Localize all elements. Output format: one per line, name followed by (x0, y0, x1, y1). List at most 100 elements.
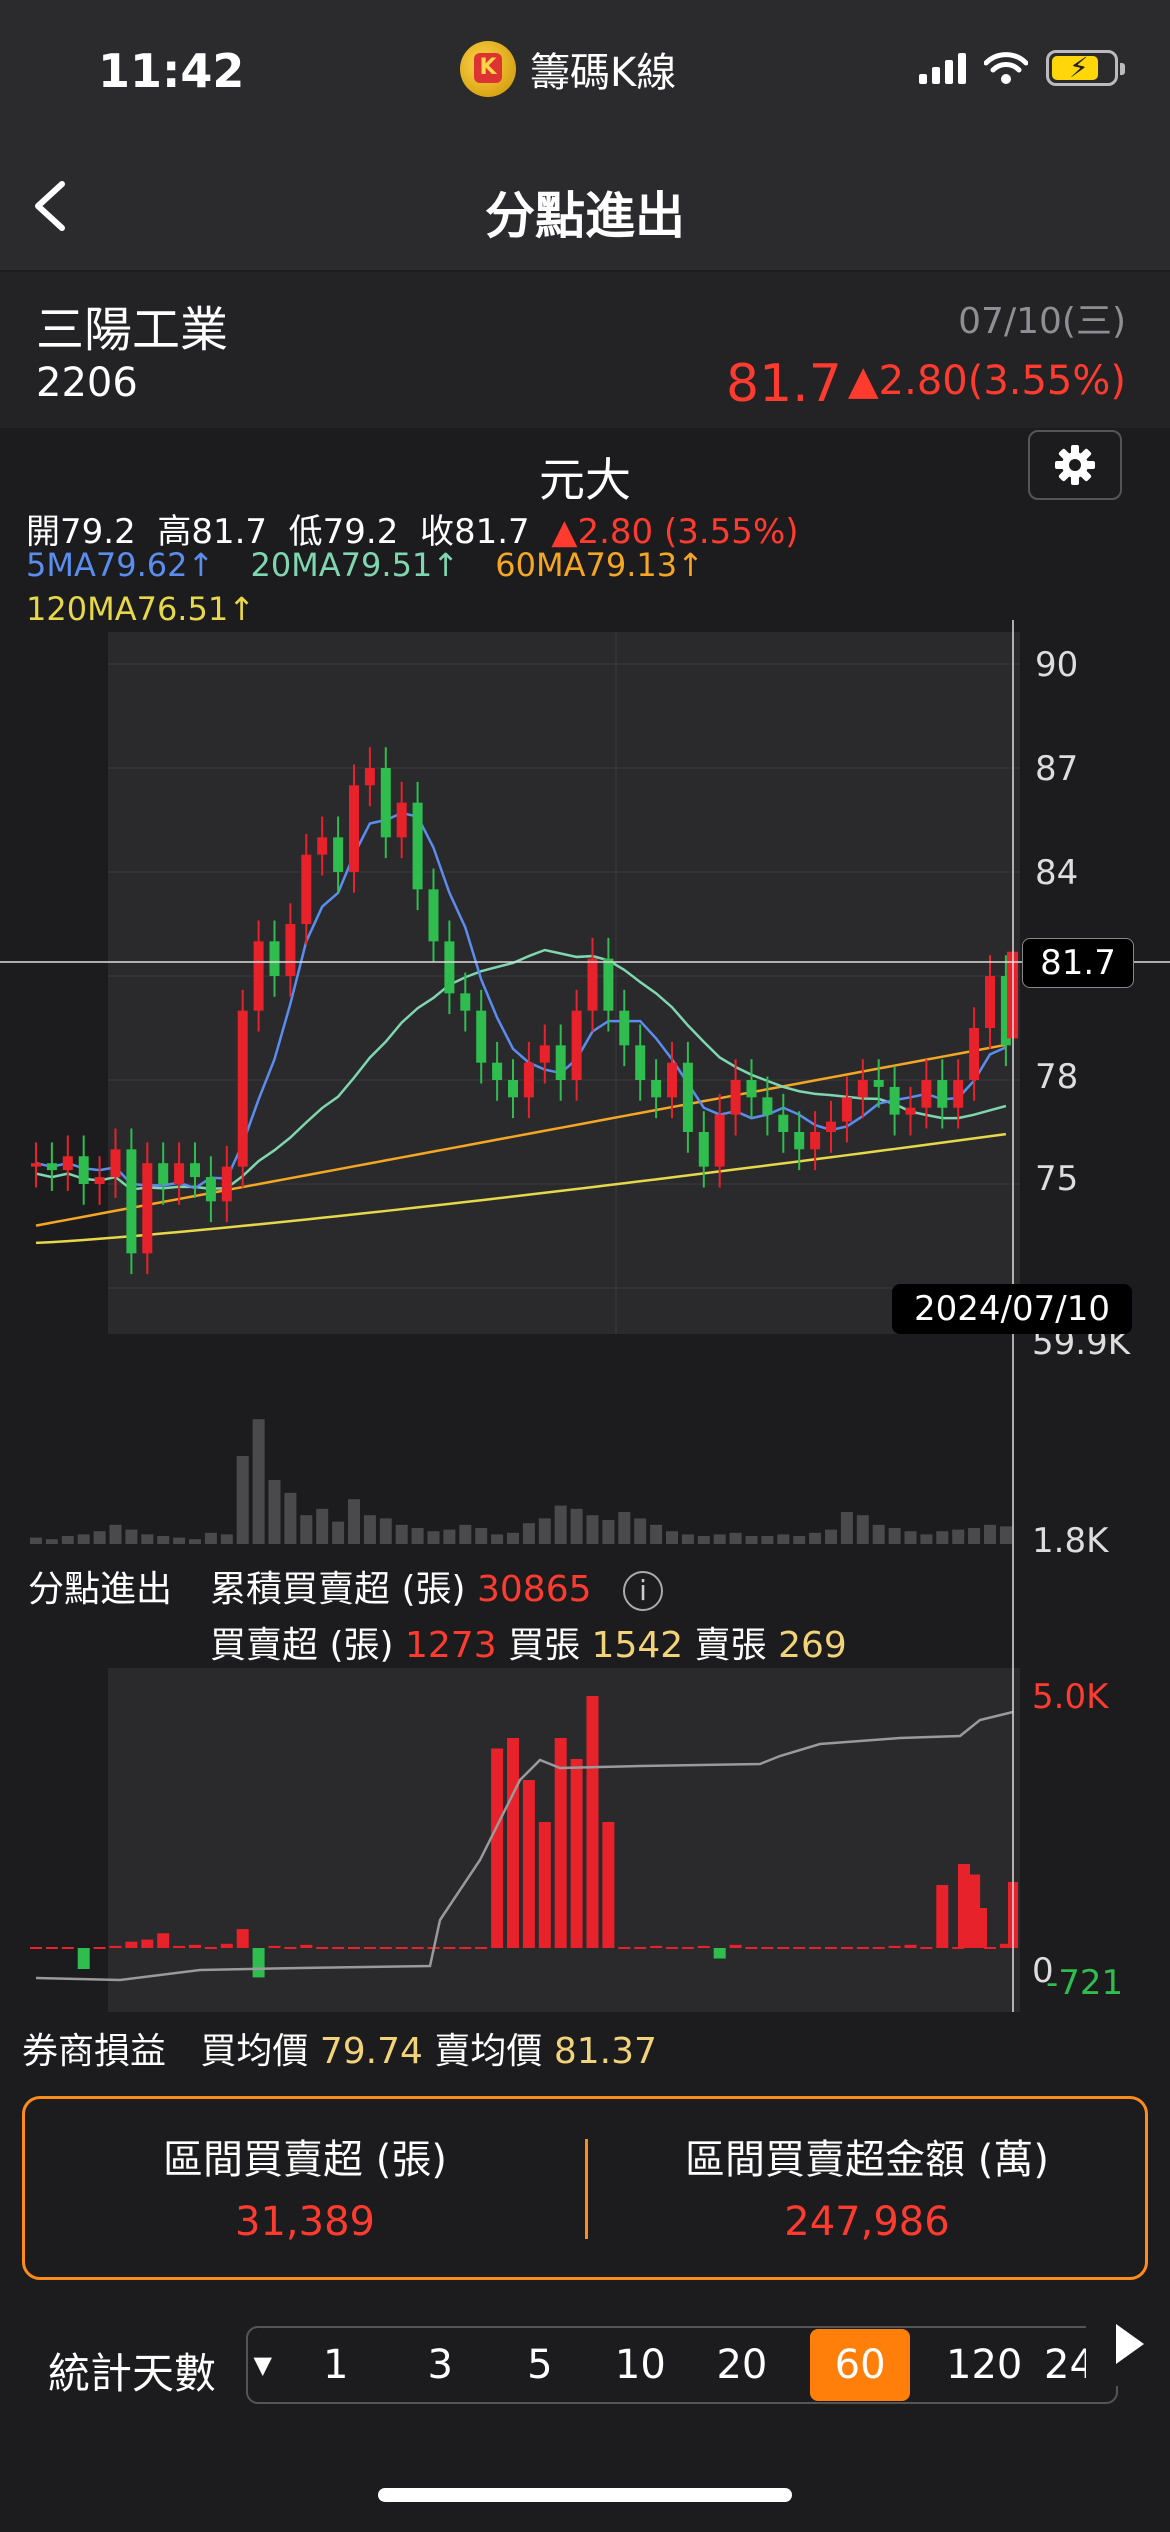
broker-name: 元大 (539, 453, 631, 507)
days-option-20[interactable]: 20 (710, 2329, 775, 2401)
candle-body (285, 924, 296, 976)
flow-bar-buy (936, 1885, 949, 1948)
volume-bar (173, 1537, 186, 1544)
ma60-label: 60MA79.13↑ (495, 546, 704, 584)
volume-bar (475, 1528, 488, 1544)
flow-bar-buy (729, 1944, 742, 1948)
volume-bar (936, 1531, 949, 1544)
stock-date: 07/10(三) (958, 301, 1126, 342)
days-option-10[interactable]: 10 (607, 2329, 674, 2401)
flow-bar-buy (522, 1780, 535, 1948)
ma5-label: 5MA79.62↑ (26, 546, 215, 584)
volume-bar (220, 1534, 233, 1544)
flow-bar-buy (697, 1945, 710, 1948)
settings-button[interactable] (1028, 430, 1122, 500)
candle-body (444, 941, 455, 994)
candle-body (94, 1177, 105, 1184)
wifi-icon (984, 52, 1028, 84)
caret-down-icon[interactable]: ▼ (252, 2351, 274, 2379)
play-button[interactable] (1086, 2302, 1170, 2386)
flow-bar-buy (958, 1864, 970, 1948)
volume-bar (952, 1529, 965, 1544)
flow-bar-buy (173, 1945, 186, 1948)
volume-bar (411, 1528, 424, 1544)
volume-bar (109, 1524, 122, 1544)
stock-price: 81.7 (726, 354, 842, 414)
candle-body (619, 1010, 630, 1046)
volume-bar (443, 1529, 456, 1544)
candle-body (412, 802, 423, 890)
flow-axis-max: 5.0K (1032, 1677, 1110, 1717)
volume-bar (856, 1515, 869, 1544)
days-option-3[interactable]: 3 (408, 2329, 473, 2401)
info-icon[interactable]: i (622, 1571, 663, 1611)
volume-bar (761, 1536, 774, 1544)
flow-detail-row: 買賣超 (張) 1273 買張 1542 賣張 269 (210, 1625, 847, 1666)
volume-bar (888, 1528, 901, 1544)
candle-body (873, 1080, 884, 1087)
candle-body (428, 889, 439, 942)
home-indicator (378, 2488, 792, 2502)
candle-body (969, 1028, 980, 1080)
flow-bar-buy (109, 1945, 122, 1948)
volume-bar (650, 1524, 663, 1544)
candle-body (651, 1080, 662, 1098)
volume-bar (697, 1536, 710, 1544)
stock-change: ▲2.80(3.55%) (847, 358, 1126, 404)
flow-cum-row: 累積買賣超 (張) 30865 i (210, 1560, 663, 1612)
summary-shares: 區間買賣超 (張) 31,389 (25, 2127, 585, 2245)
flow-bar-buy (491, 1748, 504, 1948)
play-icon (1116, 2324, 1144, 2364)
volume-bar (284, 1492, 297, 1544)
stock-header: 三陽工業 2206 07/10(三) 81.7 ▲2.80(3.55%) (0, 272, 1170, 428)
candle-body (603, 958, 614, 1011)
candle-body (31, 1163, 41, 1167)
days-selector[interactable]: ▼ 1 3 5 10 20 60 120 240 (246, 2326, 1120, 2404)
volume-bar (491, 1534, 504, 1544)
flow-bar-buy (570, 1759, 583, 1948)
candle-body (349, 785, 359, 872)
candle-body (762, 1097, 773, 1115)
volume-bar (554, 1505, 567, 1544)
volume-bar (300, 1515, 313, 1544)
volume-bar (666, 1531, 678, 1544)
days-option-120[interactable]: 120 (946, 2329, 1022, 2401)
price-axis-label: 84 (1035, 853, 1078, 893)
flow-bar-buy (602, 1822, 615, 1948)
price-axis-label: 78 (1035, 1057, 1078, 1097)
candle-body (714, 1114, 725, 1167)
volume-bar (61, 1536, 74, 1544)
candle-body (190, 1163, 200, 1178)
system-icons: ⚡ (919, 50, 1125, 86)
days-option-5[interactable]: 5 (509, 2329, 572, 2401)
candle-body (476, 1010, 487, 1063)
days-option-1[interactable]: 1 (300, 2329, 372, 2401)
candle-body (269, 941, 280, 976)
volume-bar (920, 1534, 933, 1544)
candle-body (460, 993, 471, 1011)
flow-bar-sell (77, 1948, 90, 1969)
volume-bar (602, 1520, 615, 1544)
candle-body (523, 1062, 534, 1098)
gear-icon (1055, 445, 1095, 485)
flow-bar-buy (507, 1738, 519, 1948)
nav-bar: 分點進出 (0, 140, 1170, 270)
volume-bar (252, 1419, 265, 1544)
flow-net-value: 1273 (405, 1625, 497, 1666)
flow-buy-value: 1542 (591, 1625, 684, 1666)
volume-bar (459, 1524, 472, 1544)
crosshair-price-tag: 81.7 (1022, 938, 1134, 988)
volume-bar (809, 1532, 822, 1544)
days-option-60[interactable]: 60 (810, 2329, 911, 2401)
flow-bar-buy (904, 1944, 917, 1948)
flow-bar-buy (268, 1945, 281, 1948)
volume-bar (189, 1539, 201, 1544)
candle-body (508, 1080, 518, 1098)
status-bar: 11:42 K 籌碼K線 ⚡ (0, 0, 1170, 140)
candle-body (826, 1121, 836, 1132)
candle-body (142, 1163, 153, 1254)
status-time: 11:42 (98, 44, 245, 98)
volume-bar (729, 1532, 742, 1544)
candle-body (333, 837, 344, 872)
candle-body (221, 1166, 232, 1202)
